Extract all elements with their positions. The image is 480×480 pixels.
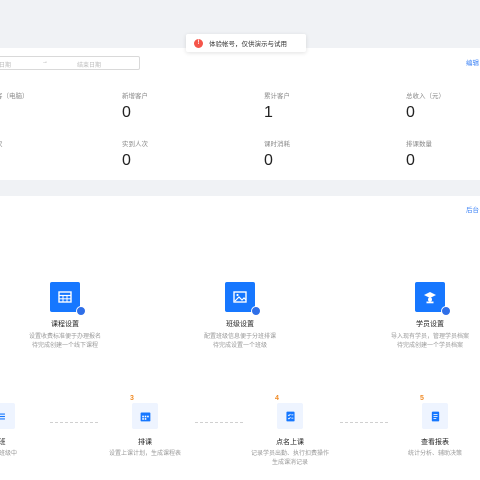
image-icon xyxy=(225,282,261,316)
stat-label: 排课数量 xyxy=(406,141,432,148)
report-icon: 5 xyxy=(420,395,448,429)
feature-desc: 设置收费标准便于办理报名 xyxy=(28,334,101,340)
date-end-input[interactable]: 结束日期 xyxy=(77,60,101,69)
step-class[interactable]: 班 具体班级中 xyxy=(0,403,52,459)
stat-label: 实到人次 xyxy=(122,141,148,148)
checklist-icon: 4 xyxy=(275,395,303,429)
course-settings-card[interactable]: 课程设置 设置收费标准便于办理报名 待完成创建一个线下课程 xyxy=(0,282,130,351)
badge-dot xyxy=(251,306,261,316)
stats-panel: 日期 → 结束日期 编辑 客（电脑） 新增客户 0 累计客户 1 总收入（元） … xyxy=(0,48,480,180)
badge-dot xyxy=(76,306,86,316)
step-number: 3 xyxy=(130,395,134,402)
edit-link[interactable]: 编辑 xyxy=(466,57,479,67)
feature-title: 班级设置 xyxy=(226,321,254,328)
stat-label: 客（电脑） xyxy=(0,93,29,100)
stat-value: 0 xyxy=(406,104,415,121)
branch-icon xyxy=(0,403,15,429)
stat-lesson-consumption: 课时消耗 0 xyxy=(264,138,290,170)
step-title: 班 xyxy=(0,439,6,446)
student-settings-card[interactable]: 学员设置 导入现有学员，管理学员档案 待完成创建一个学员档案 xyxy=(365,282,480,351)
stat-label: 课时消耗 xyxy=(264,141,290,148)
date-start-input[interactable]: 日期 xyxy=(0,60,11,69)
feature-status: 待完成创建一个线下课程 xyxy=(31,343,98,349)
feature-desc: 导入现有学员，管理学员档案 xyxy=(390,334,469,340)
stat-visitors: 客（电脑） xyxy=(0,90,29,104)
step-connector xyxy=(340,422,388,423)
step-schedule[interactable]: 3 排课 设置上课计划，生成课程表 xyxy=(95,395,195,459)
stat-scheduled-lessons: 排课数量 0 xyxy=(406,138,432,170)
feature-status: 待完成设置一个班级 xyxy=(212,343,267,349)
stat-label: 总收入（元） xyxy=(406,93,445,100)
step-desc: 统计分析、辅助决策 xyxy=(407,451,462,457)
stat-new-customers: 新增客户 0 xyxy=(122,90,148,122)
stat-value: 0 xyxy=(122,104,131,121)
class-settings-card[interactable]: 班级设置 配置班级信息便于分班排课 待完成设置一个班级 xyxy=(175,282,305,351)
stat-actual-attendance: 实到人次 0 xyxy=(122,138,148,170)
step-connector xyxy=(50,422,98,423)
step-title: 查看报表 xyxy=(421,439,449,446)
stat-total-income: 总收入（元） 0 xyxy=(406,90,445,122)
badge-dot xyxy=(441,306,451,316)
feature-desc: 配置班级信息便于分班排课 xyxy=(203,334,276,340)
stat-value: 0 xyxy=(264,152,273,169)
info-icon: ! xyxy=(194,38,203,48)
stat-value: 0 xyxy=(122,152,131,169)
demo-account-toast: ! 体验帐号，仅供演示与试用 xyxy=(186,34,306,52)
step-desc: 记录学员出勤、执行扣费操作 xyxy=(250,451,329,457)
step-title: 点名上课 xyxy=(276,439,304,446)
step-roll-call[interactable]: 4 点名上课 记录学员出勤、执行扣费操作 生成课消记录 xyxy=(240,395,340,468)
step-number: 5 xyxy=(420,395,424,402)
backend-link[interactable]: 后台 xyxy=(466,204,479,214)
setup-guide-panel: 后台 课程设置 设置收费标准便于办理报名 待完成创建一个线下课程 班级设置 配置… xyxy=(0,196,480,480)
stat-label: 次 xyxy=(0,138,3,148)
stat-label: 新增客户 xyxy=(122,93,148,100)
date-separator-arrow: → xyxy=(42,59,48,65)
toast-text: 体验帐号，仅供演示与试用 xyxy=(209,41,287,48)
step-desc-2: 生成课消记录 xyxy=(271,460,308,466)
stat-value: 0 xyxy=(406,152,415,169)
calendar-icon: 3 xyxy=(130,395,158,429)
stat-attendance-count: 次 xyxy=(0,138,3,152)
stat-label: 累计客户 xyxy=(264,93,290,100)
feature-status: 待完成创建一个学员档案 xyxy=(396,343,463,349)
step-title: 排课 xyxy=(138,439,152,446)
step-reports[interactable]: 5 查看报表 统计分析、辅助决策 xyxy=(385,395,480,459)
feature-title: 学员设置 xyxy=(416,321,444,328)
step-connector xyxy=(195,422,243,423)
date-range-picker[interactable]: 日期 → 结束日期 xyxy=(0,56,140,70)
feature-title: 课程设置 xyxy=(51,321,79,328)
stat-total-customers: 累计客户 1 xyxy=(264,90,290,122)
table-icon xyxy=(50,282,86,316)
step-desc: 具体班级中 xyxy=(0,451,17,457)
step-number: 4 xyxy=(275,395,279,402)
stat-value: 1 xyxy=(264,104,273,121)
graduate-icon xyxy=(415,282,451,316)
step-desc: 设置上课计划，生成课程表 xyxy=(108,451,181,457)
